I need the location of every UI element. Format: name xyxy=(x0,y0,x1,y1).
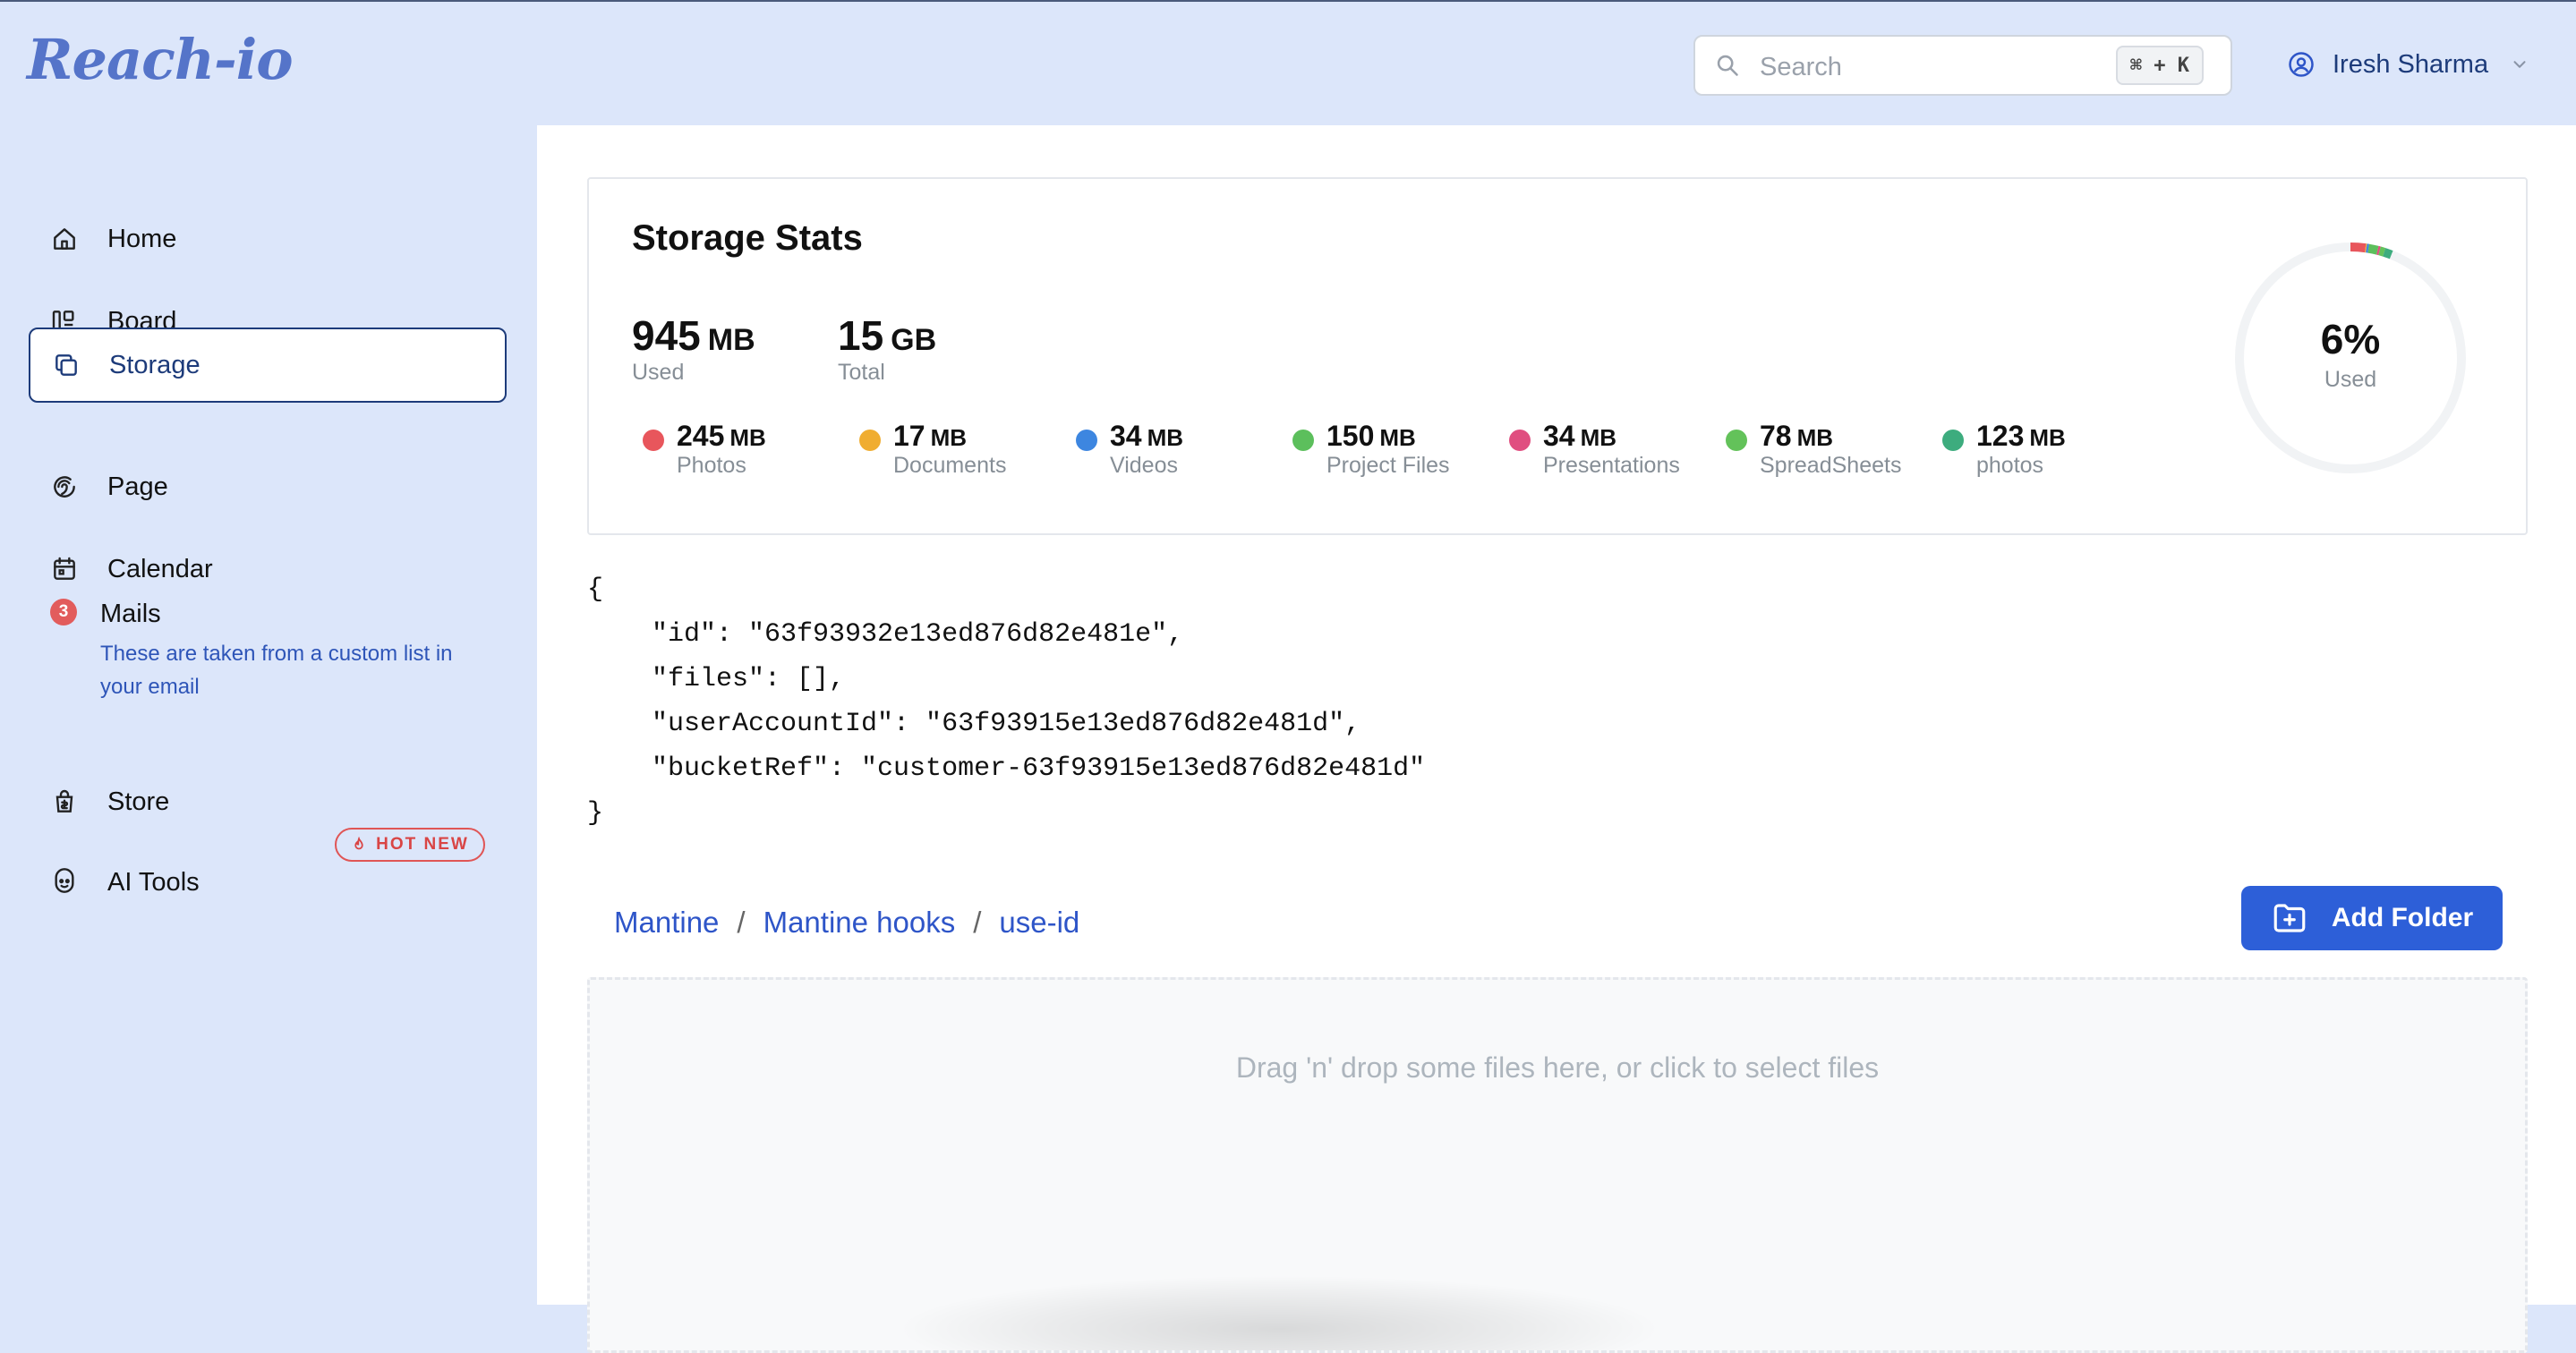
category-unit: MB xyxy=(729,424,766,451)
app-logo[interactable]: Reach-io xyxy=(27,27,294,92)
category-documents: 17 MB Documents xyxy=(859,419,1006,478)
category-value: 17 xyxy=(893,420,925,452)
used-label: Used xyxy=(632,360,685,385)
category-dot xyxy=(859,430,881,451)
dropzone-text: Drag 'n' drop some files here, or click … xyxy=(1235,1051,1880,1084)
hot-new-badge: HOT NEW xyxy=(335,828,485,862)
category-label: Videos xyxy=(1110,453,1178,478)
category-value: 34 xyxy=(1543,420,1575,452)
category-unit: MB xyxy=(1796,424,1834,451)
category-unit: MB xyxy=(1147,424,1184,451)
search-bar[interactable]: Search ⌘ + K xyxy=(1693,35,2232,96)
category-unit: MB xyxy=(1379,424,1416,451)
breadcrumb-separator: / xyxy=(973,906,982,939)
sidebar: Home Board Storage Page Calendar 3 Mails… xyxy=(0,125,537,1305)
sidebar-item-storage[interactable]: Storage xyxy=(29,328,507,403)
category-dot xyxy=(1292,430,1314,451)
category-label: SpreadSheets xyxy=(1760,453,1902,478)
category-value: 78 xyxy=(1760,420,1792,452)
category-dot xyxy=(1942,430,1964,451)
category-unit: MB xyxy=(1580,424,1617,451)
total-unit: GB xyxy=(891,323,937,357)
category-dot xyxy=(1076,430,1097,451)
category-unit: MB xyxy=(2029,424,2066,451)
hot-new-label: HOT NEW xyxy=(376,835,469,854)
category-dot xyxy=(1509,430,1531,451)
category-label: Photos xyxy=(677,453,746,478)
user-menu[interactable]: Iresh Sharma xyxy=(2288,45,2529,84)
main-content: Storage Stats 945 MB Used 15 GB Total 245 M… xyxy=(537,125,2576,1353)
robot-face-icon xyxy=(55,868,74,893)
storage-ring-progress: 6% Used xyxy=(2232,240,2469,476)
category-project-files: 150 MB Project Files xyxy=(1292,419,1450,478)
sidebar-item-label: Page xyxy=(107,472,168,501)
used-value: 945 xyxy=(632,312,701,359)
category-label: Documents xyxy=(893,453,1007,478)
total-label: Total xyxy=(838,360,885,385)
sidebar-item-label: Calendar xyxy=(107,554,213,583)
user-circle-icon xyxy=(2289,52,2314,77)
total-value: 15 xyxy=(838,312,884,359)
flame-icon xyxy=(354,837,363,850)
file-dropzone[interactable]: Drag 'n' drop some files here, or click … xyxy=(587,977,2528,1353)
breadcrumb-item[interactable]: Mantine xyxy=(614,906,719,940)
storage-stats-card: Storage Stats 945 MB Used 15 GB Total 245 M… xyxy=(587,177,2528,535)
user-name: Iresh Sharma xyxy=(2333,49,2489,79)
chevron-down-icon xyxy=(2513,61,2526,68)
category-presentations: 34 MB Presentations xyxy=(1509,419,1680,478)
category-dot xyxy=(1726,430,1747,451)
sidebar-item-label: AI Tools xyxy=(107,867,200,897)
search-icon xyxy=(1717,55,1738,76)
sidebar-item-home[interactable]: Home xyxy=(29,201,507,277)
percent-used-value: 6% xyxy=(2320,316,2381,362)
category-spreadsheets: 78 MB SpreadSheets xyxy=(1726,419,1901,478)
add-folder-label: Add Folder xyxy=(2331,903,2474,932)
category-dot xyxy=(643,430,664,451)
mails-description: These are taken from a custom list in yo… xyxy=(100,642,453,699)
json-output: { "id": "63f93932e13ed876d82e481e", "fil… xyxy=(587,574,1426,829)
store-icon xyxy=(55,789,73,813)
copy-icon xyxy=(55,354,77,376)
used-stat: 945 MB Used xyxy=(632,311,755,386)
sidebar-item-label: Mails xyxy=(100,600,161,628)
used-unit: MB xyxy=(707,323,755,357)
header: Reach-io Search ⌘ + K Iresh Sharma xyxy=(0,0,2576,125)
category-value: 123 xyxy=(1976,420,2025,452)
mail-count-badge: 3 xyxy=(50,599,77,625)
breadcrumb-item[interactable]: use-id xyxy=(999,906,1079,940)
breadcrumb: Mantine / Mantine hooks / use-id xyxy=(614,900,1079,945)
category-label: photos xyxy=(1976,453,2044,478)
category-photos: 245 MB Photos xyxy=(643,419,766,478)
percent-used-label: Used xyxy=(2324,367,2377,392)
sidebar-item-label: Home xyxy=(107,224,177,253)
home-icon xyxy=(54,228,75,250)
sidebar-item-page[interactable]: Page xyxy=(29,449,507,524)
total-stat: 15 GB Total xyxy=(838,311,936,386)
sidebar-item-label: Storage xyxy=(109,350,200,379)
sidebar-item-label: Store xyxy=(107,787,170,816)
category-label: Project Files xyxy=(1326,453,1450,478)
add-folder-button[interactable]: Add Folder xyxy=(2241,886,2503,950)
search-input[interactable]: Search xyxy=(1760,53,1842,82)
breadcrumb-item[interactable]: Mantine hooks xyxy=(763,906,956,940)
category-unit: MB xyxy=(930,424,968,451)
category-label: Presentations xyxy=(1543,453,1680,478)
search-shortcut: ⌘ + K xyxy=(2115,46,2204,85)
category-value: 34 xyxy=(1110,420,1142,452)
storage-stats-title: Storage Stats xyxy=(632,218,863,258)
category-videos: 34 MB Videos xyxy=(1076,419,1183,478)
category-photos-2: 123 MB photos xyxy=(1942,419,2066,478)
dropzone-shadow xyxy=(894,1275,1664,1350)
folder-plus-icon xyxy=(2273,904,2306,932)
page-icon xyxy=(54,476,75,498)
sidebar-item-calendar[interactable]: Calendar xyxy=(29,532,507,607)
breadcrumb-separator: / xyxy=(737,906,746,939)
calendar-icon xyxy=(54,557,75,580)
category-value: 245 xyxy=(677,420,725,452)
category-value: 150 xyxy=(1326,420,1375,452)
